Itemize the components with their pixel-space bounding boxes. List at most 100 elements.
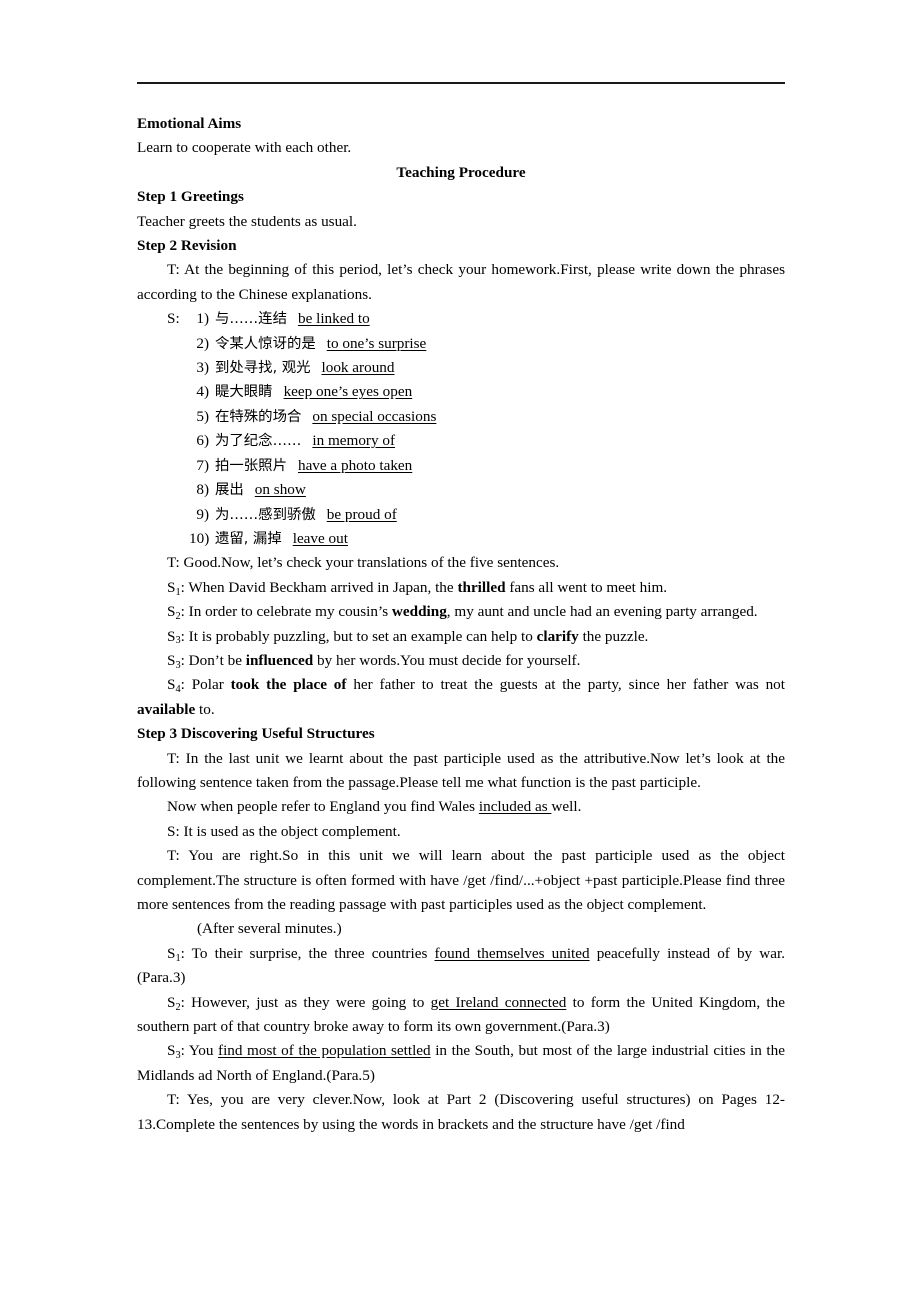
chinese-prompt: 令某人惊讶的是 <box>215 335 316 352</box>
list-item: 6) 为了纪念…… in memory of <box>137 429 785 453</box>
structures-example-1: S1: To their surprise, the three countri… <box>137 942 785 991</box>
step-2-heading: Step 2 Revision <box>137 237 237 255</box>
english-answer: have a photo taken <box>297 456 413 474</box>
list-item: 5) 在特殊的场合 on special occasions <box>137 405 785 429</box>
sentence-pre: : When David Beckham arrived in Japan, t… <box>180 578 458 596</box>
item-number: 9) <box>196 505 209 523</box>
step-3-heading: Step 3 Discovering Useful Structures <box>137 725 375 743</box>
list-item: 10) 遗留, 漏掉 leave out <box>137 527 785 551</box>
english-answer: look around <box>321 359 395 377</box>
structures-student-answer: S: It is used as the object complement. <box>167 822 401 840</box>
chinese-prompt: 为了纪念…… <box>215 433 302 450</box>
item-number: 7) <box>196 456 209 474</box>
header-rule <box>137 82 785 84</box>
translation-sentence-4: S3: Don’t be influenced by her words.You… <box>137 649 785 673</box>
english-answer: on special occasions <box>312 407 437 425</box>
document-body: Emotional Aims Learn to cooperate with e… <box>137 112 785 1137</box>
sentence-post: fans all went to meet him. <box>505 578 668 596</box>
english-answer: be linked to <box>297 310 370 328</box>
sentence-post: , my aunt and uncle had an evening party… <box>446 603 758 621</box>
emotional-aims-text: Learn to cooperate with each other. <box>137 139 352 157</box>
sentence-keyword: took the place of <box>230 676 347 694</box>
example-pre: : You <box>180 1042 219 1060</box>
english-answer: in memory of <box>312 432 396 450</box>
list-item: 8) 展出 on show <box>137 478 785 502</box>
sentence-post-2: to. <box>195 700 215 718</box>
sentence-post: the puzzle. <box>578 627 649 645</box>
structures-example-3: S3: You find most of the population sett… <box>137 1039 785 1088</box>
structures-example-2: S2: However, just as they were going to … <box>137 991 785 1040</box>
list-item: 9) 为……感到骄傲 be proud of <box>137 503 785 527</box>
speaker-subscript: 1 <box>175 952 181 964</box>
speaker-label: S: <box>167 310 180 328</box>
chinese-prompt: 睼大眼睛 <box>215 384 273 401</box>
sentence-pre: : Polar <box>180 676 231 694</box>
emotional-aims-heading: Emotional Aims <box>137 115 242 132</box>
chinese-prompt: 在特殊的场合 <box>215 408 302 425</box>
item-number: 4) <box>196 383 209 401</box>
structures-teacher-intro: T: In the last unit we learnt about the … <box>137 749 785 791</box>
example-post: well. <box>551 798 582 816</box>
list-item: S: 1) 与……连结 be linked to <box>137 307 785 331</box>
structures-closing: T: Yes, you are very clever.Now, look at… <box>137 1091 785 1133</box>
step-2-intro: T: At the beginning of this period, let’… <box>137 261 785 303</box>
list-item: 4) 睼大眼睛 keep one’s eyes open <box>137 380 785 404</box>
list-item: 2) 令某人惊讶的是 to one’s surprise <box>137 332 785 356</box>
example-pre: Now when people refer to England you fin… <box>167 798 479 816</box>
structures-teacher-explain: T: You are right.So in this unit we will… <box>137 847 785 913</box>
list-item: 3) 到处寻找, 观光 look around <box>137 356 785 380</box>
sentence-keyword: thrilled <box>457 578 506 596</box>
sentence-post: her father to treat the guests at the pa… <box>346 676 785 694</box>
item-number: 1) <box>196 310 209 328</box>
translation-check-prompt: T: Good.Now, let’s check your translatio… <box>167 554 560 572</box>
teaching-procedure-heading: Teaching Procedure <box>396 163 526 181</box>
example-underlined-phrase: find most of the population settled <box>218 1042 431 1060</box>
item-number: 6) <box>196 432 209 450</box>
list-item: 7) 拍一张照片 have a photo taken <box>137 454 785 478</box>
example-underlined-phrase: get Ireland connected <box>430 993 567 1011</box>
sentence-keyword: wedding <box>391 603 447 621</box>
chinese-prompt: 为……感到骄傲 <box>215 506 316 523</box>
sentence-post: by her words.You must decide for yoursel… <box>313 651 581 669</box>
english-answer: on show <box>254 481 306 499</box>
speaker-subscript: 3 <box>175 659 181 671</box>
item-number: 3) <box>196 359 209 377</box>
phrase-answer-list: S: 1) 与……连结 be linked to 2) 令某人惊讶的是 to o… <box>137 307 785 551</box>
speaker-subscript: 3 <box>175 635 181 647</box>
english-answer: be proud of <box>326 505 397 523</box>
english-answer: to one’s surprise <box>326 334 427 352</box>
example-underlined-phrase: included as <box>478 798 552 816</box>
item-number: 5) <box>196 407 209 425</box>
example-pre: : However, just as they were going to <box>180 993 431 1011</box>
chinese-prompt: 到处寻找, 观光 <box>215 360 311 377</box>
sentence-pre: : In order to celebrate my cousin’s <box>180 603 392 621</box>
english-answer: keep one’s eyes open <box>283 383 413 401</box>
chinese-prompt: 与……连结 <box>215 311 287 328</box>
chinese-prompt: 展出 <box>215 482 244 499</box>
translation-sentence-2: S2: In order to celebrate my cousin’s we… <box>137 600 785 624</box>
chinese-prompt: 拍一张照片 <box>215 457 287 474</box>
speaker-subscript: 3 <box>175 1050 181 1062</box>
step-1-heading: Step 1 Greetings <box>137 188 244 206</box>
sentence-pre: : It is probably puzzling, but to set an… <box>180 627 537 645</box>
chinese-prompt: 遗留, 漏掉 <box>215 530 282 547</box>
english-answer: leave out <box>292 529 348 547</box>
translation-sentence-5: S4: Polar took the place of her father t… <box>137 673 785 722</box>
translation-sentence-3: S3: It is probably puzzling, but to set … <box>137 625 785 649</box>
item-number: 2) <box>196 334 209 352</box>
document-page: Emotional Aims Learn to cooperate with e… <box>0 0 920 1302</box>
item-number: 10) <box>189 529 210 547</box>
item-number: 8) <box>196 481 209 499</box>
example-underlined-phrase: found themselves united <box>434 944 590 962</box>
sentence-keyword: clarify <box>536 627 579 645</box>
speaker-subscript: 4 <box>175 684 181 696</box>
example-pre: : To their surprise, the three countries <box>180 944 435 962</box>
speaker-subscript: 2 <box>175 1001 181 1013</box>
structures-example-sentence: Now when people refer to England you fin… <box>137 795 785 819</box>
sentence-keyword: influenced <box>245 651 314 669</box>
step-1-text: Teacher greets the students as usual. <box>137 212 357 230</box>
sentence-keyword-2: available <box>137 700 196 718</box>
sentence-pre: : Don’t be <box>180 651 246 669</box>
stage-direction: (After several minutes.) <box>197 920 342 938</box>
speaker-subscript: 2 <box>175 611 181 623</box>
